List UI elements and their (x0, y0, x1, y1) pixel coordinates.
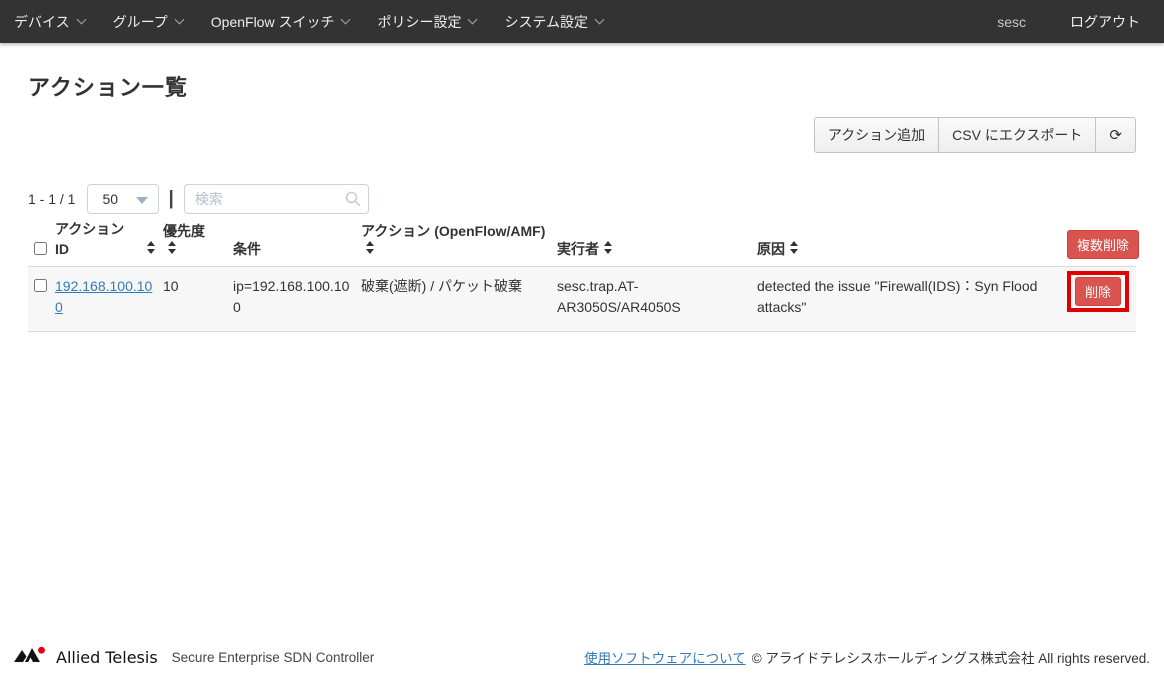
brand-name: Allied Telesis (56, 648, 158, 667)
column-header-executor[interactable]: 実行者 (557, 239, 757, 259)
nav-item-label: ポリシー設定 (377, 12, 461, 32)
sort-icon[interactable] (366, 241, 374, 254)
page-title: アクション一覧 (28, 70, 1136, 102)
column-header-action-id[interactable]: アクション ID (55, 219, 163, 259)
table-header-row: アクション ID 優先度 条件 アクション (OpenFlow/AMF) 実行者… (28, 219, 1136, 267)
refresh-icon: ⟳ (1109, 129, 1122, 143)
allied-telesis-logo-icon (14, 646, 50, 668)
select-caret-icon (136, 197, 148, 204)
sort-icon[interactable] (790, 241, 798, 254)
export-csv-button[interactable]: CSV にエクスポート (939, 117, 1096, 153)
chevron-down-icon (595, 15, 605, 25)
nav-item-system-settings[interactable]: システム設定 (490, 0, 617, 43)
chevron-down-icon (174, 15, 184, 25)
main-content: アクション一覧 アクション追加 CSV にエクスポート ⟳ 1 - 1 / 1 … (0, 70, 1164, 332)
nav-item-openflow-switch[interactable]: OpenFlow スイッチ (197, 0, 364, 43)
controls-divider: | (168, 188, 173, 210)
cell-condition: ip=192.168.100.100 (233, 276, 361, 318)
actions-table: アクション ID 優先度 条件 アクション (OpenFlow/AMF) 実行者… (28, 219, 1136, 332)
page-size-select[interactable]: 50 (87, 184, 159, 214)
chevron-down-icon (341, 15, 351, 25)
nav-item-label: グループ (113, 12, 168, 32)
column-header-action[interactable]: アクション (OpenFlow/AMF) (361, 221, 557, 259)
nav-item-label: OpenFlow スイッチ (211, 12, 335, 32)
search-input[interactable] (184, 184, 369, 214)
cell-reason: detected the issue "Firewall(IDS)：Syn Fl… (757, 276, 1067, 318)
list-controls: 1 - 1 / 1 50 | (28, 184, 1136, 214)
cell-action: 破棄(遮断) / パケット破棄 (361, 276, 557, 297)
annotation-highlight-box: 削除 (1067, 271, 1129, 312)
page-footer: Allied Telesis Secure Enterprise SDN Con… (0, 642, 1164, 678)
product-name: Secure Enterprise SDN Controller (172, 650, 375, 665)
action-id-link[interactable]: 192.168.100.100 (55, 278, 152, 315)
add-action-button[interactable]: アクション追加 (814, 117, 939, 153)
pagination-range: 1 - 1 / 1 (28, 191, 75, 207)
page-size-value: 50 (102, 191, 118, 207)
nav-item-policy-settings[interactable]: ポリシー設定 (363, 0, 490, 43)
nav-item-label: システム設定 (504, 12, 588, 32)
logout-button[interactable]: ログアウト (1070, 12, 1150, 32)
column-header-priority[interactable]: 優先度 (163, 221, 233, 259)
column-header-reason[interactable]: 原因 (757, 239, 1067, 259)
logged-in-username: sesc (997, 14, 1026, 30)
chevron-down-icon (468, 15, 478, 25)
sort-icon[interactable] (147, 241, 155, 254)
column-header-condition: 条件 (233, 239, 361, 259)
cell-priority: 10 (163, 276, 233, 297)
sort-icon[interactable] (604, 241, 612, 254)
chevron-down-icon (76, 15, 86, 25)
bulk-delete-button[interactable]: 複数削除 (1067, 230, 1139, 259)
search-icon (345, 191, 361, 212)
row-checkbox[interactable] (34, 279, 47, 292)
cell-executor: sesc.trap.AT-AR3050S/AR4050S (557, 276, 757, 318)
table-row: 192.168.100.100 10 ip=192.168.100.100 破棄… (28, 267, 1136, 332)
refresh-button[interactable]: ⟳ (1096, 117, 1136, 153)
top-navbar: デバイス グループ OpenFlow スイッチ ポリシー設定 システム設定 se… (0, 0, 1164, 43)
sort-icon[interactable] (168, 241, 176, 254)
delete-button[interactable]: 削除 (1075, 277, 1121, 306)
toolbar: アクション追加 CSV にエクスポート ⟳ (28, 117, 1136, 153)
nav-item-label: デバイス (14, 12, 70, 32)
cell-action-id: 192.168.100.100 (55, 276, 163, 318)
nav-item-groups[interactable]: グループ (99, 0, 197, 43)
select-all-checkbox[interactable] (34, 242, 47, 255)
nav-item-devices[interactable]: デバイス (14, 0, 99, 43)
copyright-text: © アライドテレシスホールディングス株式会社 All rights reserv… (752, 647, 1150, 667)
software-info-link[interactable]: 使用ソフトウェアについて (584, 647, 746, 667)
